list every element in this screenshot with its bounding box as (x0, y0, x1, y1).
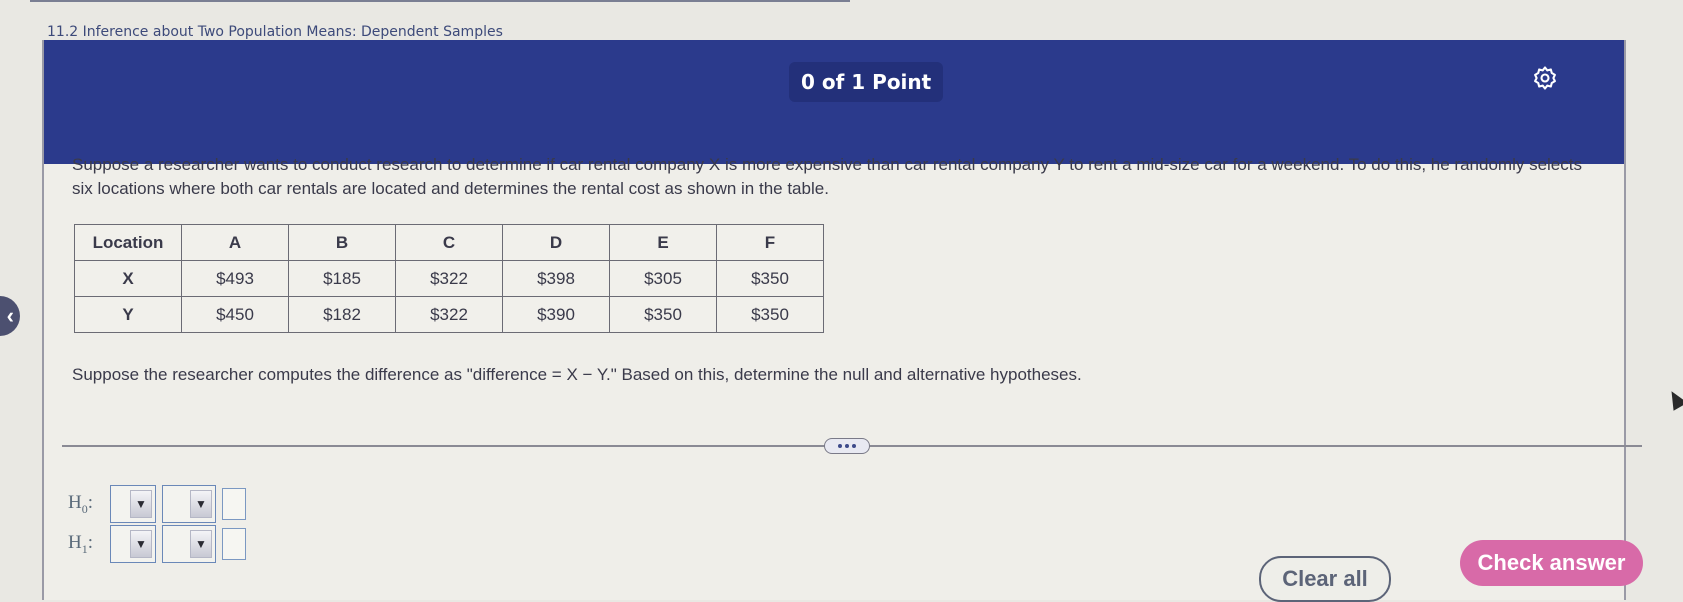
question-text: Suppose a researcher wants to conduct re… (72, 155, 1582, 198)
h1-operator-dropdown[interactable]: ▼ (162, 525, 216, 563)
h0-parameter-dropdown[interactable]: ▼ (110, 485, 156, 523)
table-cell: $450 (181, 296, 289, 333)
table-cell: $322 (395, 296, 503, 333)
row-label: Y (74, 296, 182, 333)
table-cell: $398 (502, 260, 610, 297)
ellipsis-icon (838, 444, 842, 448)
h1-parameter-dropdown[interactable]: ▼ (110, 525, 156, 563)
table-header: A (181, 224, 289, 261)
h0-label: H0: (68, 491, 94, 516)
table-cell: $350 (716, 260, 824, 297)
header-bar: 0 of 1 Point (44, 40, 1624, 164)
table-header: D (502, 224, 610, 261)
dropdown-arrow-icon: ▼ (190, 530, 212, 558)
table-header: Location (74, 224, 182, 261)
table-cell: $350 (609, 296, 717, 333)
h0-value-input[interactable] (222, 488, 246, 520)
table-cell: $390 (502, 296, 610, 333)
table-cell: $350 (716, 296, 824, 333)
question-panel: 0 of 1 Point Suppose a researcher wants … (42, 40, 1642, 600)
gear-icon[interactable] (1531, 64, 1559, 92)
table-row: Y $450 $182 $322 $390 $350 $350 (74, 296, 824, 333)
ellipsis-icon (845, 444, 849, 448)
check-answer-button[interactable]: Check answer (1460, 540, 1643, 586)
chevron-left-icon[interactable]: ‹ (0, 296, 20, 336)
h1-value-input[interactable] (222, 528, 246, 560)
table-cell: $185 (288, 260, 396, 297)
h0-operator-dropdown[interactable]: ▼ (162, 485, 216, 523)
clear-all-button[interactable]: Clear all (1259, 556, 1391, 602)
alternative-hypothesis-row: H1: ▼ ▼ (68, 525, 246, 563)
h1-label: H1: (68, 531, 94, 556)
rental-cost-table: Location A B C D E F X $493 $185 $322 $3… (74, 224, 824, 333)
table-row: X $493 $185 $322 $398 $305 $350 (74, 260, 824, 297)
table-header: F (716, 224, 824, 261)
dropdown-arrow-icon: ▼ (130, 490, 152, 518)
table-header: E (609, 224, 717, 261)
null-hypothesis-row: H0: ▼ ▼ (68, 485, 246, 523)
table-cell: $182 (288, 296, 396, 333)
dropdown-arrow-icon: ▼ (130, 530, 152, 558)
dropdown-arrow-icon: ▼ (190, 490, 212, 518)
table-header: C (395, 224, 503, 261)
table-header: B (288, 224, 396, 261)
mouse-cursor-icon (1664, 387, 1683, 411)
table-header-row: Location A B C D E F (74, 224, 824, 261)
top-rule (30, 0, 850, 2)
points-badge: 0 of 1 Point (789, 62, 944, 102)
hypotheses-prompt: Suppose the researcher computes the diff… (72, 365, 1082, 384)
row-label: X (74, 260, 182, 297)
section-title: 11.2 Inference about Two Population Mean… (47, 24, 503, 40)
table-cell: $493 (181, 260, 289, 297)
table-cell: $322 (395, 260, 503, 297)
ellipsis-icon (852, 444, 856, 448)
table-cell: $305 (609, 260, 717, 297)
more-button[interactable] (824, 438, 870, 454)
